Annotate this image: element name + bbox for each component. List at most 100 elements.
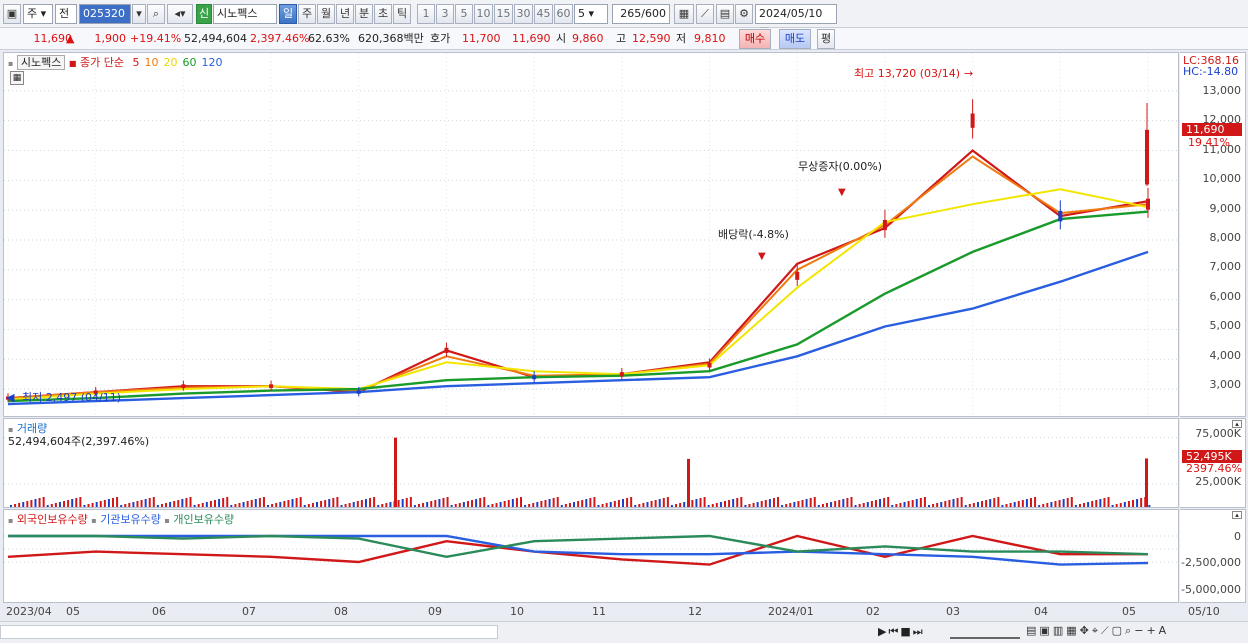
volume-bar bbox=[83, 505, 86, 507]
volume-bar bbox=[466, 501, 469, 507]
volume-chart[interactable] bbox=[4, 419, 1180, 509]
interval-button[interactable]: 30 bbox=[514, 4, 533, 24]
playback-controls[interactable]: ▶⏮■⏭ bbox=[878, 625, 925, 639]
line-icon[interactable]: ⟋ bbox=[1101, 624, 1112, 637]
stop-icon[interactable]: ■ bbox=[900, 625, 912, 638]
volume-bar bbox=[181, 499, 184, 507]
grid-icon[interactable]: ▤ bbox=[1026, 624, 1039, 637]
box-icon[interactable]: ▢ bbox=[1112, 624, 1125, 637]
holder-panel[interactable]: ▪ 외국인보유수량 ▪ 기관보유수량 ▪ 개인보유수량 bbox=[3, 509, 1180, 603]
interval-button[interactable]: 60 bbox=[554, 4, 573, 24]
interval-button[interactable]: 1 bbox=[417, 4, 435, 24]
price-chart[interactable]: → ◀ ▼ ▼ bbox=[4, 53, 1180, 418]
volume-bar bbox=[679, 503, 682, 507]
candle bbox=[795, 271, 800, 280]
ma-period-label[interactable]: 60 bbox=[182, 56, 196, 69]
split-icon[interactable]: ▥ bbox=[1053, 624, 1066, 637]
code-input[interactable]: 025320 bbox=[79, 4, 131, 24]
interval-button[interactable]: 3 bbox=[436, 4, 454, 24]
volume-bar bbox=[903, 502, 906, 507]
volume-bar bbox=[642, 503, 645, 507]
layout-icon[interactable]: ▦ bbox=[1066, 624, 1079, 637]
font-icon[interactable]: A bbox=[1159, 624, 1170, 637]
count-field[interactable]: 265/600 bbox=[612, 4, 670, 24]
calculator-icon[interactable]: ▦ bbox=[10, 71, 24, 85]
volume-bar bbox=[397, 500, 400, 507]
legend-foreign[interactable]: 외국인보유수량 bbox=[17, 513, 88, 526]
period-button[interactable]: 분 bbox=[355, 4, 373, 24]
candle-type-icon[interactable]: ▦ bbox=[674, 4, 694, 24]
interval-button[interactable]: 5 bbox=[455, 4, 473, 24]
plus-icon[interactable]: + bbox=[1146, 624, 1158, 637]
volume-bar bbox=[919, 498, 922, 507]
bonus-note: 무상증자(0.00%) bbox=[798, 160, 883, 173]
period-button[interactable]: 주 bbox=[298, 4, 316, 24]
ma-period-label[interactable]: 20 bbox=[163, 56, 177, 69]
search-icon[interactable]: ⌕ bbox=[147, 4, 165, 24]
legend-individual[interactable]: 개인보유수량 bbox=[173, 513, 234, 526]
speaker-icon[interactable]: ◂▾ bbox=[167, 4, 193, 24]
legend-institution[interactable]: 기관보유수량 bbox=[100, 513, 161, 526]
view-tools[interactable]: ▤▣▥▦✥⌖⟋▢⌕−+A bbox=[1026, 624, 1169, 638]
period-button[interactable]: 월 bbox=[317, 4, 335, 24]
minus-icon[interactable]: − bbox=[1134, 624, 1146, 637]
eval-button[interactable]: 평 bbox=[817, 29, 835, 49]
magnify-icon[interactable]: ⌕ bbox=[1125, 624, 1134, 637]
period-button[interactable]: 년 bbox=[336, 4, 354, 24]
interval-button[interactable]: 45 bbox=[534, 4, 553, 24]
price-y-label: 4,000 bbox=[1209, 348, 1242, 362]
up-arrow-icon: ▲ bbox=[66, 32, 75, 45]
volume-bar bbox=[589, 498, 592, 507]
save-icon[interactable]: ▤ bbox=[716, 4, 734, 24]
stock-name-field[interactable]: 시노펙스 bbox=[213, 4, 277, 24]
new-badge: 신 bbox=[196, 4, 212, 24]
window-menu-icon[interactable]: ▣ bbox=[3, 4, 21, 24]
volume-bar bbox=[116, 497, 119, 507]
chart-tool-icon[interactable]: ⟋ bbox=[696, 4, 714, 24]
period-button[interactable]: 초 bbox=[374, 4, 392, 24]
volume-bar bbox=[475, 499, 478, 507]
interval-button[interactable]: 10 bbox=[474, 4, 493, 24]
cursor-icon[interactable]: ⌖ bbox=[1092, 624, 1101, 637]
ma-period-label[interactable]: 5 bbox=[132, 56, 139, 69]
sell-button[interactable]: 매도 bbox=[779, 29, 811, 49]
rewind-icon[interactable]: ⏮ bbox=[888, 625, 900, 638]
period-button[interactable]: 틱 bbox=[393, 4, 411, 24]
volume-bar bbox=[316, 502, 318, 507]
volume-bar bbox=[532, 503, 535, 507]
volume-bar bbox=[552, 498, 555, 507]
date-value: 2024/05/10 bbox=[759, 7, 823, 20]
pan-icon[interactable]: ✥ bbox=[1080, 624, 1092, 637]
volume-bar bbox=[144, 499, 147, 507]
buy-button[interactable]: 매수 bbox=[739, 29, 771, 49]
play-icon[interactable]: ▶ bbox=[878, 625, 888, 638]
volume-bar bbox=[409, 497, 412, 507]
code-dropdown-icon[interactable]: ▾ bbox=[132, 4, 146, 24]
x-axis-label: 04 bbox=[1034, 605, 1048, 618]
volume-bar bbox=[593, 497, 596, 507]
volume-bar bbox=[1091, 501, 1094, 507]
mode-select[interactable]: 전 bbox=[55, 4, 77, 24]
interval-select[interactable]: 5 ▾ bbox=[574, 4, 608, 24]
zoom-slider[interactable] bbox=[950, 625, 1020, 639]
forward-icon[interactable]: ⏭ bbox=[913, 625, 925, 638]
window-icon[interactable]: ▣ bbox=[1039, 624, 1052, 637]
date-field[interactable]: 2024/05/10 ▦ bbox=[755, 4, 837, 38]
ma-period-label[interactable]: 10 bbox=[144, 56, 158, 69]
ma-period-label[interactable]: 120 bbox=[201, 56, 222, 69]
volume-bar bbox=[981, 501, 984, 507]
holder-y-axis: ▴ 0 -2,500,000 -5,000,000 bbox=[1180, 509, 1246, 603]
price-panel[interactable]: → ◀ ▼ ▼ ▪ 시노펙스 ■ 종가 단순 5 10 20 60 120 ▦ 최고 13,7… bbox=[3, 52, 1180, 418]
interval-value: 5 bbox=[578, 7, 585, 20]
collapse-icon[interactable]: ▴ bbox=[1232, 511, 1242, 519]
scroll-track[interactable] bbox=[0, 625, 498, 639]
stock-name-label[interactable]: 시노펙스 bbox=[16, 55, 66, 70]
market-select[interactable]: 주 ▾ bbox=[23, 4, 53, 24]
interval-button[interactable]: 15 bbox=[494, 4, 513, 24]
period-button[interactable]: 일 bbox=[279, 4, 297, 24]
quote-change-pct: +19.41% bbox=[130, 32, 182, 45]
volume-panel[interactable]: ▪ 거래량 52,494,604주(2,397.46%) bbox=[3, 418, 1180, 509]
volume-bar bbox=[858, 504, 861, 507]
gear-icon[interactable]: ⚙ bbox=[735, 4, 753, 24]
ma-label[interactable]: 종가 단순 bbox=[80, 56, 124, 69]
